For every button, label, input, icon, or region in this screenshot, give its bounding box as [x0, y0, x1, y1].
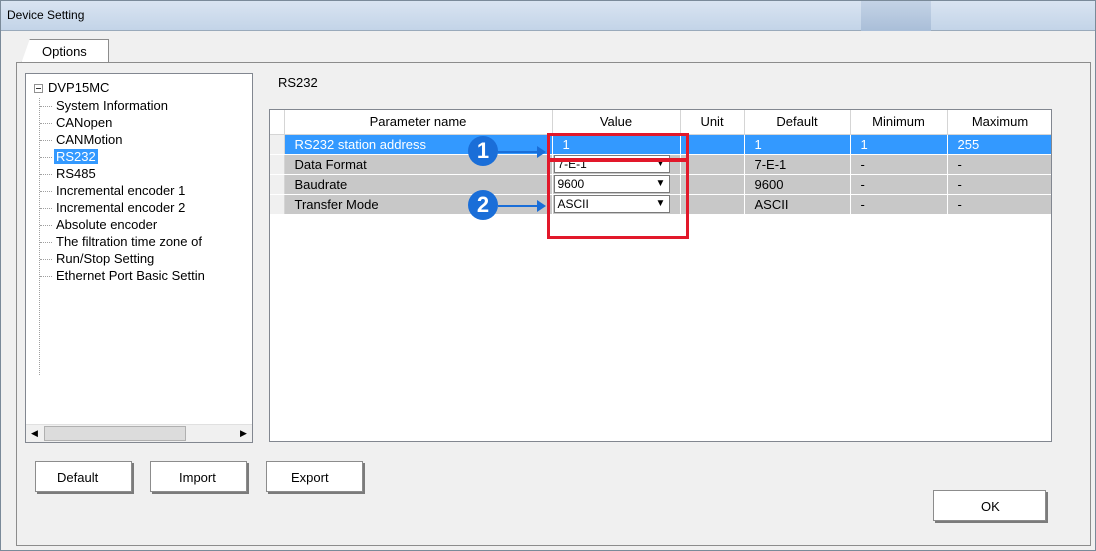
tree-item-label: Ethernet Port Basic Settin [56, 268, 205, 283]
cell-value-station-address[interactable]: 1 [552, 134, 681, 155]
tree-item-filtration-time-zone[interactable]: The filtration time zone of [40, 234, 204, 251]
chevron-down-icon[interactable]: ▼ [653, 176, 669, 192]
cell-unit [680, 134, 745, 155]
tree-root-label: DVP15MC [48, 80, 110, 95]
tree-item-label: RS232 [54, 149, 98, 164]
scroll-right-icon[interactable]: ▶ [235, 425, 252, 442]
cell-default: ASCII [744, 194, 851, 215]
parameter-grid[interactable]: Parameter name Value Unit Default Minimu… [269, 109, 1052, 442]
tree-item-label: Absolute encoder [56, 217, 158, 232]
column-header-minimum[interactable]: Minimum [850, 110, 948, 135]
row-header [270, 194, 285, 215]
tree-item-label: CANopen [56, 115, 113, 130]
dropdown-selected-value: ASCII [557, 197, 589, 211]
chevron-down-icon[interactable]: ▼ [653, 196, 669, 212]
tree-item-label: Run/Stop Setting [56, 251, 155, 266]
tree-item-canmotion[interactable]: CANMotion [40, 132, 124, 149]
cell-parameter-name: Data Format [284, 154, 553, 175]
dropdown-selected-value: 7-E-1 [557, 157, 587, 171]
tree-item-label: The filtration time zone of [56, 234, 202, 249]
cell-minimum: - [850, 154, 948, 175]
row-header [270, 154, 285, 175]
tab-options-label: Options [42, 44, 87, 59]
tree-item-absolute-encoder[interactable]: Absolute encoder [40, 217, 159, 234]
title-bar[interactable]: Device Setting [1, 1, 1095, 31]
tree-item-system-information[interactable]: System Information [40, 98, 170, 115]
column-header-unit[interactable]: Unit [680, 110, 745, 135]
title-bar-decoration [861, 1, 931, 31]
column-header-default[interactable]: Default [744, 110, 851, 135]
ok-button[interactable]: OK [933, 490, 1046, 521]
default-button[interactable]: Default [35, 461, 132, 492]
cell-unit [680, 154, 745, 175]
callout-arrow-2 [498, 200, 546, 212]
tab-options[interactable]: Options [21, 39, 109, 64]
cell-value: 9600 ▼ [552, 174, 681, 195]
tree-item-incremental-encoder-1[interactable]: Incremental encoder 1 [40, 183, 187, 200]
cell-unit [680, 174, 745, 195]
cell-maximum: 255 [947, 134, 1051, 155]
table-row-data-format[interactable]: Data Format 7-E-1 ▼ 7-E-1 - - [270, 154, 1051, 175]
settings-tree[interactable]: DVP15MC System Information CANopen CANMo… [25, 73, 253, 443]
tree-item-label: Incremental encoder 1 [56, 183, 186, 198]
tree-item-label: Incremental encoder 2 [56, 200, 186, 215]
cell-maximum: - [947, 174, 1051, 195]
tree-item-ethernet-port-basic-setting[interactable]: Ethernet Port Basic Settin [40, 268, 207, 285]
grid-header-row: Parameter name Value Unit Default Minimu… [270, 110, 1051, 135]
cell-value: 7-E-1 ▼ [552, 154, 681, 175]
import-button-label: Import [179, 470, 216, 485]
tree-item-incremental-encoder-2[interactable]: Incremental encoder 2 [40, 200, 187, 217]
section-title: RS232 [278, 75, 318, 90]
scroll-left-icon[interactable]: ◀ [26, 425, 43, 442]
row-header [270, 134, 285, 155]
transfer-mode-dropdown[interactable]: ASCII ▼ [553, 195, 670, 213]
callout-marker-2: 2 [468, 190, 498, 220]
table-row-transfer-mode[interactable]: Transfer Mode ASCII ▼ ASCII - - [270, 194, 1051, 215]
column-header-value[interactable]: Value [552, 110, 681, 135]
table-row-baudrate[interactable]: Baudrate 9600 ▼ 9600 - - [270, 174, 1051, 195]
cell-default: 9600 [744, 174, 851, 195]
column-header-parameter-name[interactable]: Parameter name [284, 110, 553, 135]
tree-item-rs232[interactable]: RS232 [40, 149, 98, 166]
tree-root-dvp15mc[interactable]: DVP15MC [34, 80, 109, 98]
callout-arrow-1 [498, 146, 546, 158]
tree-item-label: CANMotion [56, 132, 123, 147]
cell-minimum: - [850, 174, 948, 195]
cell-parameter-name: Transfer Mode [284, 194, 553, 215]
default-button-label: Default [57, 470, 99, 485]
cell-maximum: - [947, 154, 1051, 175]
table-row-rs232-station-address[interactable]: RS232 station address 1 1 1 255 [270, 134, 1051, 155]
baudrate-dropdown[interactable]: 9600 ▼ [553, 175, 670, 193]
tree-item-rs485[interactable]: RS485 [40, 166, 98, 183]
cell-parameter-name: Baudrate [284, 174, 553, 195]
cell-minimum: 1 [850, 134, 948, 155]
row-header [270, 174, 285, 195]
ok-button-label: OK [981, 499, 1000, 514]
export-button-label: Export [291, 470, 329, 485]
tree-item-label: RS485 [56, 166, 96, 181]
column-header-maximum[interactable]: Maximum [947, 110, 1051, 135]
collapse-icon[interactable] [34, 84, 43, 94]
cell-value: ASCII ▼ [552, 194, 681, 215]
chevron-down-icon[interactable]: ▼ [653, 156, 669, 172]
tree-item-canopen[interactable]: CANopen [40, 115, 114, 132]
tree-horizontal-scrollbar[interactable]: ◀ ▶ [26, 424, 252, 442]
row-header-corner [270, 110, 285, 135]
scrollbar-thumb[interactable] [44, 426, 186, 441]
import-button[interactable]: Import [150, 461, 247, 492]
dropdown-selected-value: 9600 [557, 177, 585, 191]
tree-item-run-stop-setting[interactable]: Run/Stop Setting [40, 251, 156, 268]
cell-maximum: - [947, 194, 1051, 215]
callout-marker-1: 1 [468, 136, 498, 166]
cell-minimum: - [850, 194, 948, 215]
data-format-dropdown[interactable]: 7-E-1 ▼ [553, 155, 670, 173]
cell-unit [680, 194, 745, 215]
export-button[interactable]: Export [266, 461, 363, 492]
window-title: Device Setting [7, 8, 85, 22]
tree-item-label: System Information [56, 98, 168, 113]
cell-default: 7-E-1 [744, 154, 851, 175]
device-setting-window: Device Setting Options DVP15MC System In… [0, 0, 1096, 551]
cell-default: 1 [744, 134, 851, 155]
